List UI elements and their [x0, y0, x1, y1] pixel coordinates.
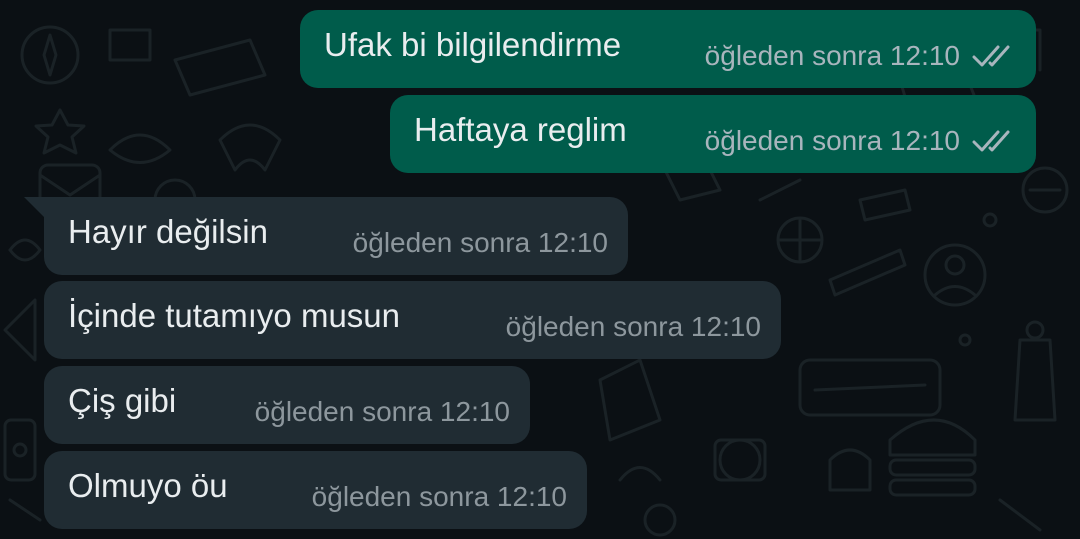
message-meta: öğleden sonra 12:10	[705, 125, 1016, 157]
message-text: Ufak bi bilgilendirme	[324, 26, 622, 63]
message-timestamp: öğleden sonra 12:10	[352, 227, 608, 258]
message-bubble-incoming[interactable]: Olmuyo öu öğleden sonra 12:10	[44, 451, 587, 529]
message-bubble-incoming[interactable]: İçinde tutamıyo musun öğleden sonra 12:1…	[44, 281, 781, 359]
double-check-icon	[972, 43, 1016, 69]
message-timestamp: öğleden sonra 12:10	[704, 40, 960, 71]
message-text: Hayır değilsin	[68, 213, 268, 250]
message-bubble-outgoing[interactable]: Haftaya reglim öğleden sonra 12:10	[390, 95, 1036, 173]
message-bubble-incoming[interactable]: Hayır değilsin öğleden sonra 12:10	[24, 197, 628, 275]
message-meta: öğleden sonra 12:10	[255, 396, 510, 428]
message-meta: öğleden sonra 12:10	[353, 227, 608, 259]
message-bubble-incoming[interactable]: Çiş gibi öğleden sonra 12:10	[44, 366, 530, 444]
message-bubble-outgoing[interactable]: Ufak bi bilgilendirme öğleden sonra 12:1…	[300, 10, 1036, 88]
message-timestamp: öğleden sonra 12:10	[704, 125, 960, 156]
message-text: İçinde tutamıyo musun	[68, 297, 400, 334]
message-meta: öğleden sonra 12:10	[705, 40, 1016, 72]
message-meta: öğleden sonra 12:10	[506, 311, 761, 343]
message-text: Çiş gibi	[68, 382, 177, 419]
message-text: Olmuyo öu	[68, 467, 228, 504]
message-timestamp: öğleden sonra 12:10	[311, 481, 567, 512]
message-timestamp: öğleden sonra 12:10	[505, 311, 761, 342]
message-text: Haftaya reglim	[414, 111, 627, 148]
bubble-tail	[24, 197, 46, 219]
message-timestamp: öğleden sonra 12:10	[254, 396, 510, 427]
message-meta: öğleden sonra 12:10	[312, 481, 567, 513]
double-check-icon	[972, 128, 1016, 154]
